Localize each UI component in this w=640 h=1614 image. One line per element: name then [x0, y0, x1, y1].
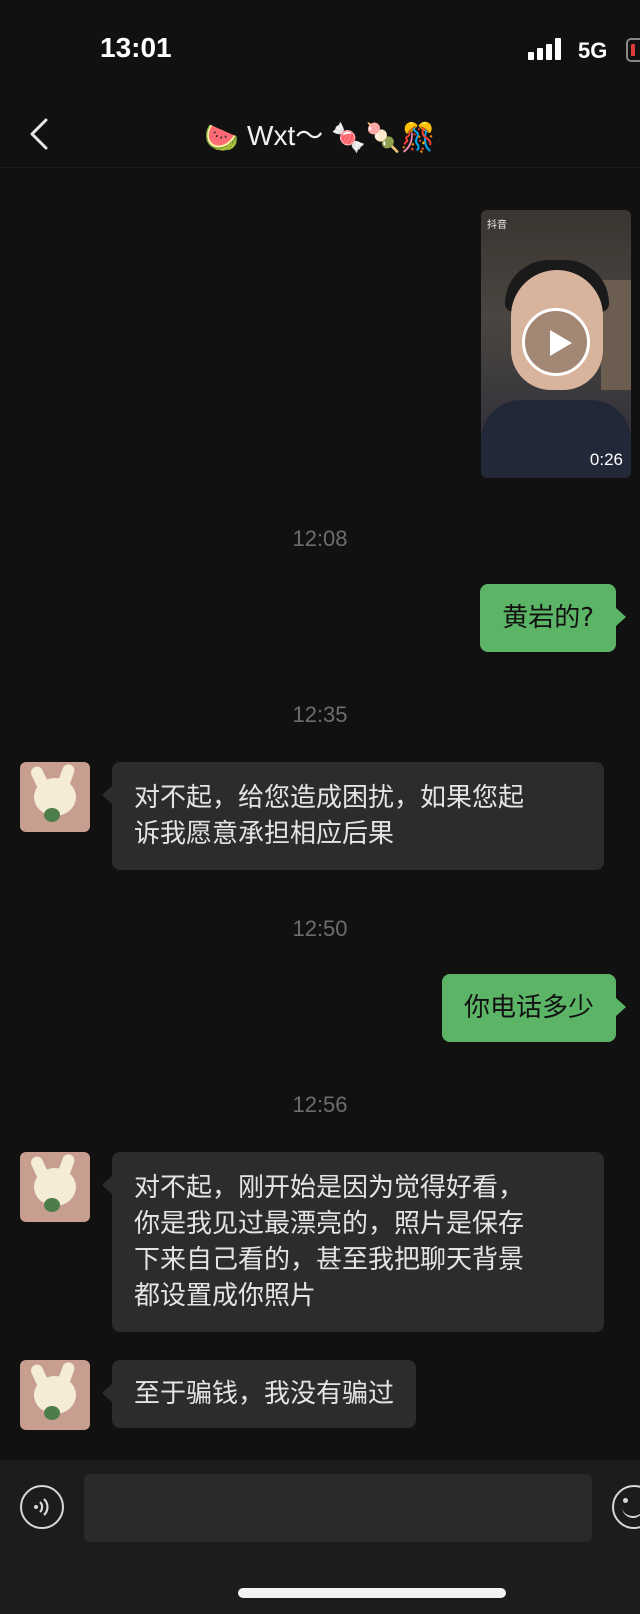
avatar[interactable]: [20, 1360, 90, 1430]
home-indicator: [238, 1588, 506, 1598]
timestamp: 12:08: [292, 526, 348, 551]
contact-name: Wxt～: [247, 120, 324, 151]
avatar[interactable]: [20, 1152, 90, 1222]
watermelon-emoji: 🍉: [204, 122, 240, 154]
candy-emoji: 🍬🍡🎊: [331, 122, 436, 154]
status-bar: 13:01 5G: [0, 0, 640, 100]
chat-header: 🍉 Wxt～ 🍬🍡🎊: [0, 100, 640, 168]
video-message[interactable]: 抖音 0:26: [481, 210, 631, 478]
outgoing-message-bubble[interactable]: 黄岩的?: [480, 584, 626, 652]
message-line: 对不起，给您造成困扰，如果您起: [134, 783, 525, 813]
voice-icon: [34, 1498, 49, 1516]
chat-message-list[interactable]: 抖音 0:26 12:08 黄岩的? 12:35 对不起，给您造成困扰，如果您起…: [0, 168, 640, 1460]
message-input[interactable]: [84, 1474, 592, 1542]
timestamp: 12:50: [292, 916, 348, 941]
message-line: 诉我愿意承担相应后果: [134, 819, 395, 849]
avatar[interactable]: [20, 762, 90, 832]
message-line: 都设置成你照片: [134, 1281, 317, 1311]
message-line: 对不起，刚开始是因为觉得好看，: [134, 1173, 525, 1203]
network-type: 5G: [578, 38, 608, 63]
play-icon[interactable]: [522, 308, 590, 376]
timestamp: 12:35: [292, 702, 348, 727]
message-line: 下来自己看的，甚至我把聊天背景: [134, 1245, 525, 1275]
timestamp: 12:56: [292, 1092, 348, 1117]
incoming-message-bubble[interactable]: 至于骗钱，我没有骗过: [101, 1360, 417, 1428]
message-line: 你是我见过最漂亮的，照片是保存: [134, 1209, 525, 1239]
emoji-icon[interactable]: [612, 1485, 640, 1529]
incoming-message-bubble[interactable]: 对不起，刚开始是因为觉得好看， 你是我见过最漂亮的，照片是保存 下来自己看的，甚…: [102, 1152, 604, 1332]
chat-title[interactable]: 🍉 Wxt～ 🍬🍡🎊: [0, 114, 640, 154]
message-input-bar: [0, 1460, 640, 1614]
video-duration: 0:26: [589, 450, 623, 469]
video-source-label: 抖音: [487, 220, 507, 231]
incoming-message-bubble[interactable]: 对不起，给您造成困扰，如果您起 诉我愿意承担相应后果: [102, 762, 604, 870]
voice-button[interactable]: [20, 1485, 64, 1529]
signal-icon: [528, 38, 568, 60]
outgoing-message-bubble[interactable]: 你电话多少: [441, 974, 627, 1042]
status-time: 13:01: [100, 32, 172, 63]
battery-icon: [626, 38, 640, 62]
